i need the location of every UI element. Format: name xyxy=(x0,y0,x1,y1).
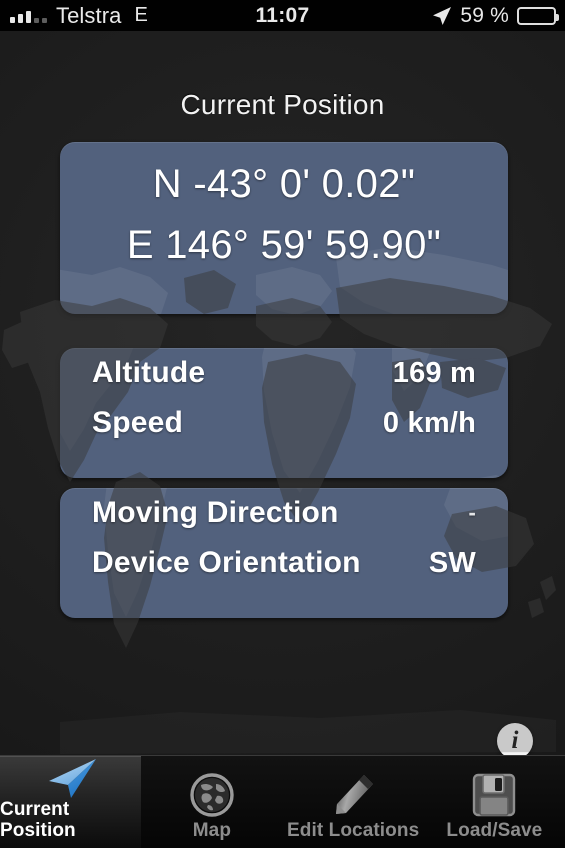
tab-label: Current Position xyxy=(0,799,76,842)
navigation-arrow-icon xyxy=(43,756,99,800)
moving-direction-row: Moving Direction - xyxy=(60,488,508,538)
status-bar-clock: 11:07 xyxy=(255,3,310,27)
tab-edit-locations[interactable]: Edit Locations xyxy=(283,756,424,848)
speed-label: Speed xyxy=(92,406,184,439)
tab-label: Load/Save xyxy=(446,820,543,842)
longitude-value: E 146° 59' 59.90" xyxy=(126,223,442,267)
altitude-row: Altitude 169 m xyxy=(60,348,508,398)
moving-direction-value: - xyxy=(468,500,476,525)
tab-bar: Current Position Map Edit Locations Load… xyxy=(0,755,565,848)
floppy-disk-icon xyxy=(471,769,517,821)
altitude-value: 169 m xyxy=(392,356,476,389)
tab-map[interactable]: Map xyxy=(141,756,282,848)
moving-direction-label: Moving Direction xyxy=(92,496,339,529)
tab-current-position[interactable]: Current Position xyxy=(0,756,142,848)
tab-label: Edit Locations xyxy=(286,820,420,842)
device-orientation-label: Device Orientation xyxy=(92,546,361,579)
tab-load-save[interactable]: Load/Save xyxy=(424,756,565,848)
speed-value: 0 km/h xyxy=(382,406,476,439)
status-bar: Telstra E 11:07 59 % xyxy=(0,0,565,31)
main-content: Current Position N -43° 0' 0.02" E 146° … xyxy=(0,31,565,759)
battery-icon xyxy=(517,6,559,25)
speed-row: Speed 0 km/h xyxy=(60,398,508,448)
tab-label: Map xyxy=(192,820,232,842)
altitude-label: Altitude xyxy=(92,356,206,389)
latitude-value: N -43° 0' 0.02" xyxy=(152,162,416,206)
globe-icon xyxy=(189,769,235,821)
device-orientation-value: SW xyxy=(428,546,476,579)
device-orientation-row: Device Orientation SW xyxy=(60,538,508,588)
pencil-icon xyxy=(329,769,377,821)
